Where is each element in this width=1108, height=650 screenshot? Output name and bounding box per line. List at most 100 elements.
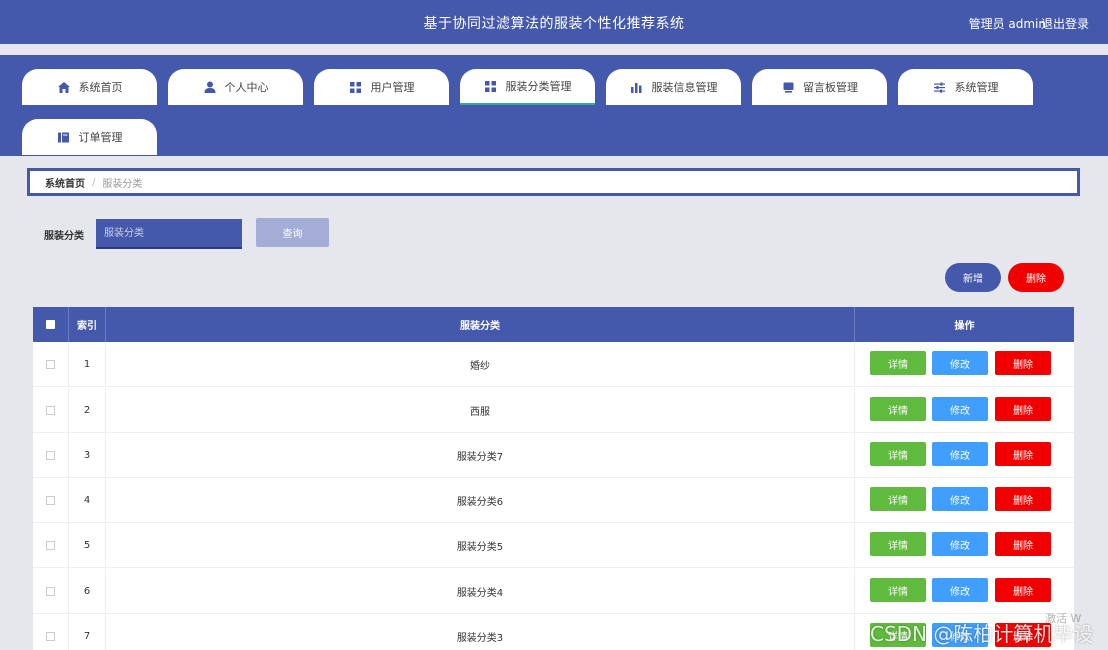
breadcrumb-separator: / [92, 176, 96, 188]
detail-button[interactable]: 详情 [870, 623, 926, 647]
edit-button[interactable]: 修改 [932, 487, 988, 511]
row-checkbox-cell [33, 614, 69, 650]
edit-button[interactable]: 修改 [932, 578, 988, 602]
row-actions: 详情 修改 删除 [855, 569, 1074, 613]
user-icon [203, 81, 217, 93]
header-index: 索引 [69, 307, 106, 342]
edit-button[interactable]: 修改 [932, 442, 988, 466]
table-row: 6 服装分类4 详情 修改 删除 [33, 569, 1074, 614]
tab-home[interactable]: 系统首页 [22, 69, 157, 105]
table-row: 3 服装分类7 详情 修改 删除 [33, 433, 1074, 478]
remove-button[interactable]: 删除 [995, 397, 1051, 421]
tab-label: 服装信息管理 [651, 81, 718, 94]
tab-clothing-info[interactable]: 服装信息管理 [606, 69, 741, 105]
row-actions: 详情 修改 删除 [855, 523, 1074, 567]
app-title: 基于协同过滤算法的服装个性化推荐系统 [423, 16, 685, 32]
tab-label: 系统管理 [954, 81, 999, 94]
edit-button[interactable]: 修改 [932, 397, 988, 421]
row-checkbox-cell [33, 523, 69, 567]
table-row: 1 婚纱 详情 修改 删除 [33, 342, 1074, 387]
tab-system-management[interactable]: 系统管理 [898, 69, 1033, 105]
tab-label: 系统首页 [78, 81, 123, 94]
current-user: 管理员 admin [968, 17, 1046, 31]
search-label: 服装分类 [44, 231, 84, 242]
remove-button[interactable]: 删除 [995, 532, 1051, 556]
row-category: 服装分类7 [106, 433, 855, 477]
row-checkbox-cell [33, 433, 69, 477]
bar-chart-icon [630, 81, 644, 93]
tab-message-board[interactable]: 留言板管理 [752, 69, 887, 105]
row-category: 西服 [106, 388, 855, 432]
table-row: 2 西服 详情 修改 删除 [33, 388, 1074, 433]
tab-label: 个人中心 [224, 81, 269, 94]
search-button[interactable]: 查询 [256, 218, 329, 247]
grid-icon [349, 81, 363, 93]
add-button[interactable]: 新增 [945, 263, 1001, 292]
search-input[interactable] [96, 219, 242, 249]
detail-button[interactable]: 详情 [870, 487, 926, 511]
row-checkbox-cell [33, 569, 69, 613]
row-checkbox-cell [33, 342, 69, 386]
row-index: 5 [69, 523, 106, 567]
book-icon [57, 131, 71, 143]
row-index: 6 [69, 569, 106, 613]
remove-button[interactable]: 删除 [995, 578, 1051, 602]
row-checkbox-cell [33, 478, 69, 522]
delete-button[interactable]: 删除 [1008, 263, 1064, 292]
select-all-checkbox[interactable] [46, 320, 55, 329]
row-actions: 详情 修改 删除 [855, 478, 1074, 522]
row-checkbox[interactable] [46, 450, 55, 460]
breadcrumb-home[interactable]: 系统首页 [45, 175, 85, 190]
row-checkbox[interactable] [46, 631, 55, 641]
tab-label: 用户管理 [370, 81, 415, 94]
row-actions: 详情 修改 删除 [855, 342, 1074, 386]
row-category: 服装分类3 [106, 614, 855, 650]
table-row: 7 服装分类3 详情 修改 删除 [33, 614, 1074, 650]
table-row: 4 服装分类6 详情 修改 删除 [33, 478, 1074, 523]
tab-profile[interactable]: 个人中心 [168, 69, 303, 105]
tab-order-management[interactable]: 订单管理 [22, 119, 157, 155]
row-category: 服装分类4 [106, 569, 855, 613]
breadcrumb: 系统首页 / 服装分类 [27, 168, 1080, 196]
row-index: 2 [69, 388, 106, 432]
tab-user-management[interactable]: 用户管理 [314, 69, 449, 105]
remove-button[interactable]: 删除 [995, 623, 1051, 647]
header-category: 服装分类 [106, 307, 855, 342]
row-index: 4 [69, 478, 106, 522]
row-index: 7 [69, 614, 106, 650]
logout-link[interactable]: 退出登录 [1041, 15, 1089, 32]
row-checkbox[interactable] [46, 495, 55, 505]
row-index: 3 [69, 433, 106, 477]
table-header: 索引 服装分类 操作 [33, 307, 1074, 342]
remove-button[interactable]: 删除 [995, 442, 1051, 466]
category-table: 索引 服装分类 操作 1 婚纱 详情 修改 删除 2 西服 详情 修改 删除 3… [33, 307, 1074, 650]
tab-category-management[interactable]: 服装分类管理 [460, 69, 595, 105]
edit-button[interactable]: 修改 [932, 532, 988, 556]
row-checkbox[interactable] [46, 405, 55, 415]
row-checkbox[interactable] [46, 359, 55, 369]
home-icon [57, 81, 71, 93]
row-checkbox-cell [33, 388, 69, 432]
remove-button[interactable]: 删除 [995, 351, 1051, 375]
row-checkbox[interactable] [46, 540, 55, 550]
detail-button[interactable]: 详情 [870, 397, 926, 421]
sliders-icon [933, 81, 947, 93]
nav-band: 系统首页 个人中心 用户管理 服装分类管理 服装信息管理 留言板管理 系统管理 … [0, 55, 1108, 156]
top-bar: 基于协同过滤算法的服装个性化推荐系统 管理员 admin 退出登录 [0, 0, 1108, 44]
row-category: 服装分类5 [106, 523, 855, 567]
header-actions: 操作 [954, 321, 975, 332]
remove-button[interactable]: 删除 [995, 487, 1051, 511]
detail-button[interactable]: 详情 [870, 578, 926, 602]
tab-label: 留言板管理 [803, 81, 858, 94]
detail-button[interactable]: 详情 [870, 442, 926, 466]
edit-button[interactable]: 修改 [932, 623, 988, 647]
edit-button[interactable]: 修改 [932, 351, 988, 375]
tab-label: 服装分类管理 [505, 80, 572, 93]
detail-button[interactable]: 详情 [870, 532, 926, 556]
detail-button[interactable]: 详情 [870, 351, 926, 375]
row-checkbox[interactable] [46, 586, 55, 596]
row-category: 婚纱 [106, 342, 855, 386]
breadcrumb-current: 服装分类 [102, 178, 143, 190]
grid-icon [484, 80, 498, 92]
tab-label: 订单管理 [78, 131, 123, 144]
